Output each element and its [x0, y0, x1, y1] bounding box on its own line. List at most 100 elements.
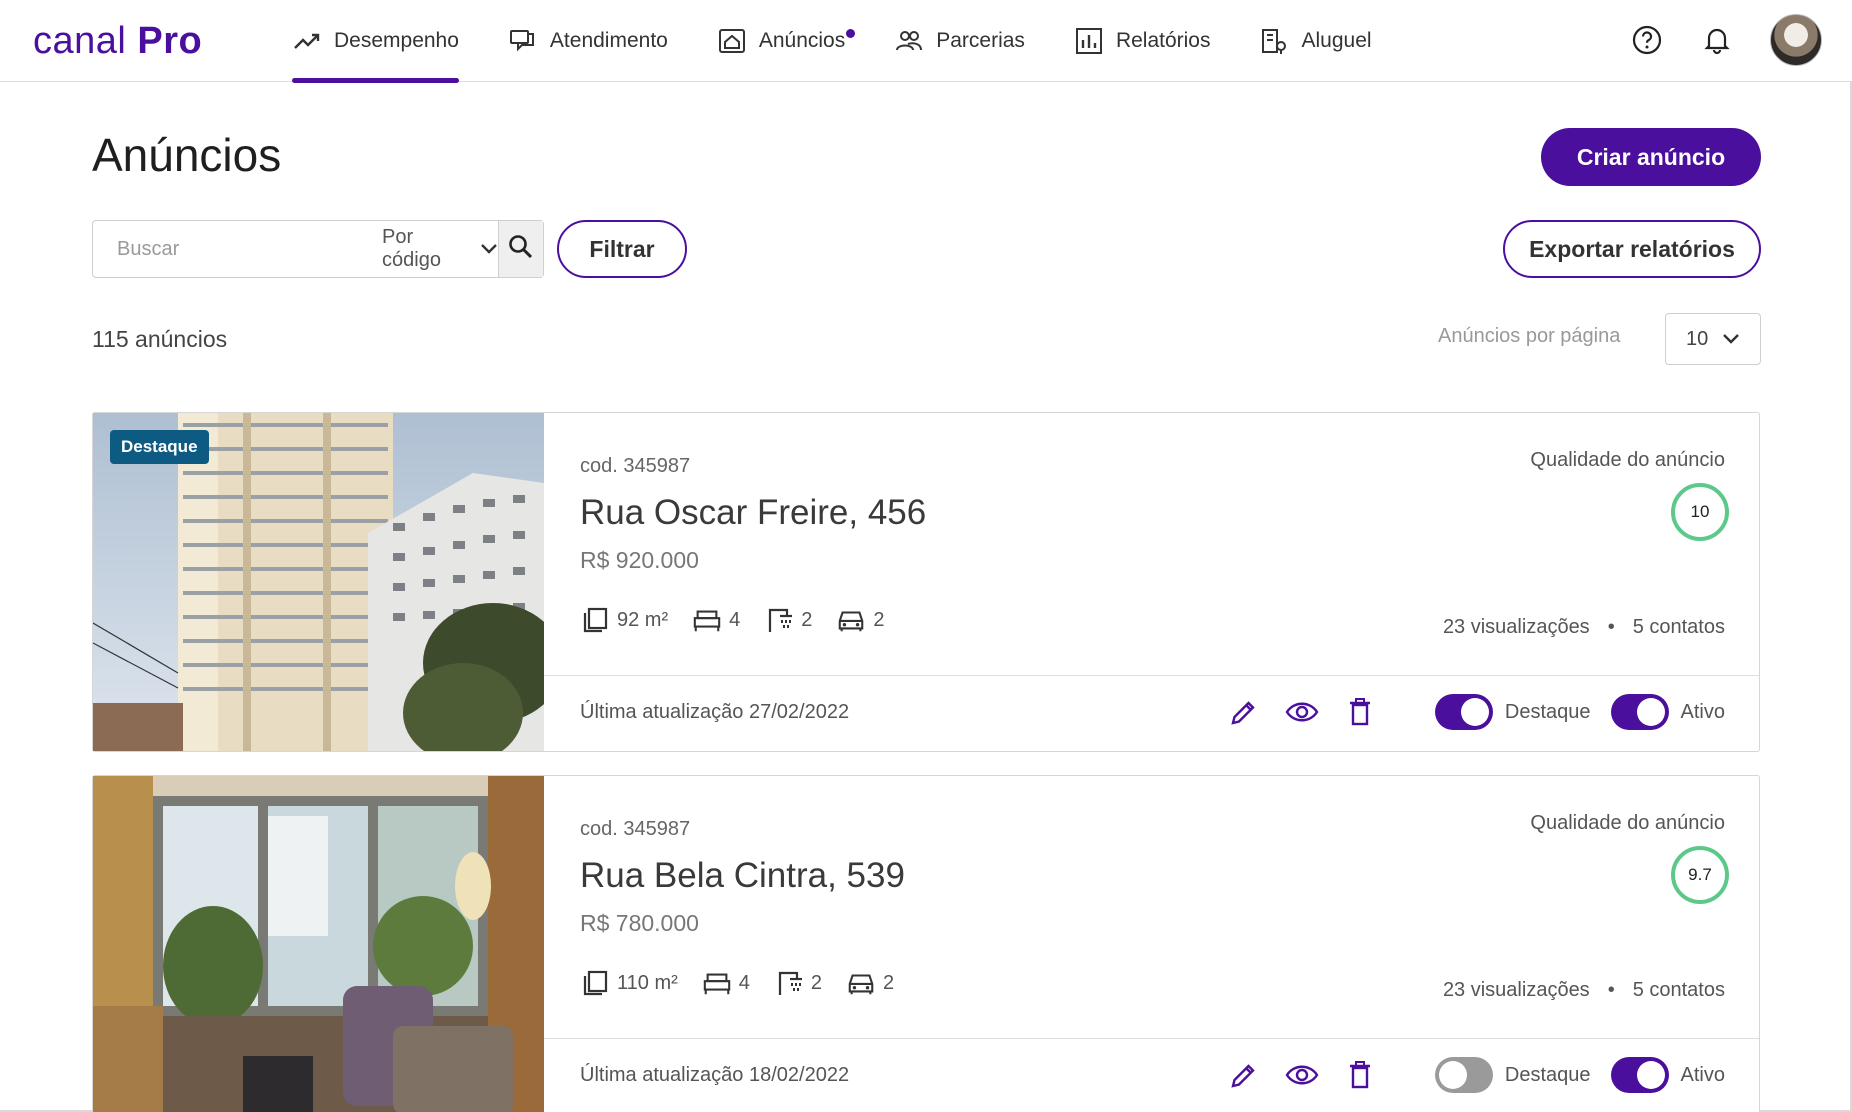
listing-actions: Destaque Ativo: [1205, 1056, 1725, 1094]
featured-badge: Destaque: [110, 430, 209, 464]
nav-item-desempenho[interactable]: Desempenho: [292, 0, 459, 83]
listing-photo[interactable]: [93, 776, 544, 1112]
listing-price: R$ 780.000: [580, 910, 699, 936]
feature-bedrooms-value: 4: [738, 971, 750, 994]
edit-icon[interactable]: [1225, 1056, 1263, 1094]
create-listing-button[interactable]: Criar anúncio: [1541, 128, 1761, 186]
search-icon: [507, 233, 535, 266]
listing-code: cod. 345987: [580, 455, 691, 477]
feature-area-value: 92 m²: [617, 608, 669, 631]
listing-info: cod. 345987 Rua Oscar Freire, 456 R$ 920…: [544, 413, 1759, 675]
last-updated: Última atualização 18/02/2022: [580, 1064, 850, 1086]
feature-bathrooms-value: 2: [810, 971, 823, 994]
logo[interactable]: canal Pro: [33, 20, 202, 63]
nav-item-aluguel[interactable]: Aluguel: [1259, 0, 1372, 82]
nav-label: Relatórios: [1115, 29, 1211, 52]
quality-label: Qualidade do anúncio: [1530, 449, 1725, 471]
quality-score: 9.7: [1671, 846, 1729, 904]
delete-icon[interactable]: [1341, 1056, 1379, 1094]
listing-actions: Destaque Ativo: [1205, 693, 1725, 731]
nav-label: Desempenho: [334, 29, 459, 52]
toggle-knob: [1460, 698, 1489, 726]
building-key-icon: [1259, 26, 1289, 56]
toggle-knob: [1636, 698, 1665, 726]
feature-parking: 2: [836, 605, 885, 635]
logo-pro: Pro: [137, 20, 203, 62]
nav-label: Aluguel: [1301, 29, 1372, 52]
feature-bedrooms: 4: [692, 605, 740, 635]
feature-bathrooms: 2: [764, 605, 812, 635]
listing-footer: Última atualização 18/02/2022 Destaque A…: [544, 1038, 1759, 1112]
chat-icon: [508, 26, 538, 56]
feature-bathrooms-value: 2: [801, 608, 813, 631]
page-title: Anúncios: [92, 129, 282, 181]
feature-bedrooms-value: 4: [729, 608, 741, 631]
search-button[interactable]: [498, 221, 543, 277]
listing-card: cod. 345987 Rua Bela Cintra, 539 R$ 780.…: [92, 775, 1760, 1112]
nav-item-atendimento[interactable]: Atendimento: [508, 0, 668, 82]
toggle-knob: [1636, 1061, 1665, 1089]
chevron-down-icon: [480, 238, 498, 261]
feature-parking-value: 2: [883, 971, 895, 994]
filter-button[interactable]: Filtrar: [557, 220, 687, 278]
listing-code: cod. 345987: [580, 818, 691, 840]
featured-toggle[interactable]: [1434, 694, 1493, 730]
listing-address[interactable]: Rua Bela Cintra, 539: [580, 856, 905, 896]
nav-label: Anúncios: [758, 29, 846, 52]
listing-stats: 23 visualizações • 5 contatos: [1443, 979, 1725, 1002]
listing-footer: Última atualização 27/02/2022 Destaque A…: [544, 675, 1759, 751]
listing-features: 110 m² 4 2 2: [580, 968, 918, 998]
bar-chart-icon: [1074, 26, 1104, 56]
nav-item-relatorios[interactable]: Relatórios: [1074, 0, 1211, 82]
feature-area: 92 m²: [580, 605, 668, 635]
trending-up-icon: [292, 26, 322, 56]
logo-text: canal: [33, 20, 127, 62]
per-page-label: Anúncios por página: [1438, 325, 1621, 347]
area-icon: [580, 605, 610, 635]
help-icon[interactable]: [1630, 23, 1664, 57]
export-reports-button[interactable]: Exportar relatórios: [1503, 220, 1761, 278]
view-icon[interactable]: [1283, 693, 1321, 731]
bell-icon[interactable]: [1700, 23, 1734, 57]
listing-address[interactable]: Rua Oscar Freire, 456: [580, 493, 926, 533]
listing-photo[interactable]: Destaque: [93, 413, 544, 751]
bed-icon: [692, 605, 722, 635]
area-icon: [580, 968, 610, 998]
nav-item-parcerias[interactable]: Parcerias: [894, 0, 1025, 82]
quality-score: 10: [1671, 483, 1729, 541]
search-by-select[interactable]: Por código: [382, 221, 498, 277]
listing-price: R$ 920.000: [580, 547, 699, 573]
feature-area-value: 110 m²: [617, 971, 678, 994]
nav-item-anuncios[interactable]: Anúncios: [717, 0, 856, 82]
avatar[interactable]: [1770, 14, 1822, 66]
shower-icon: [774, 968, 804, 998]
quality-label: Qualidade do anúncio: [1530, 812, 1725, 834]
view-icon[interactable]: [1283, 1056, 1321, 1094]
active-toggle[interactable]: [1610, 694, 1669, 730]
per-page-value: 10: [1686, 327, 1709, 350]
active-toggle-label: Ativo: [1680, 700, 1725, 723]
feature-bedrooms: 4: [702, 968, 750, 998]
toggle-knob: [1438, 1061, 1467, 1089]
separator-dot: •: [1607, 979, 1615, 1001]
listing-count: 115 anúncios: [92, 326, 228, 352]
app-window: canal Pro Desempenho Atendimento Anúncio…: [0, 0, 1852, 1112]
feature-bathrooms: 2: [774, 968, 822, 998]
featured-toggle[interactable]: [1434, 1057, 1493, 1093]
delete-icon[interactable]: [1341, 693, 1379, 731]
listing-card: Destaque cod. 345987 Rua Oscar Freire, 4…: [92, 412, 1760, 752]
featured-toggle-label: Destaque: [1504, 700, 1591, 723]
edit-icon[interactable]: [1225, 693, 1263, 731]
shower-icon: [764, 605, 794, 635]
listing-features: 92 m² 4 2 2: [580, 605, 909, 635]
search-input[interactable]: [93, 221, 382, 277]
active-toggle-label: Ativo: [1680, 1063, 1725, 1086]
top-navigation: canal Pro Desempenho Atendimento Anúncio…: [0, 0, 1852, 83]
chevron-down-icon: [1722, 328, 1740, 351]
bed-icon: [702, 968, 732, 998]
feature-area: 110 m²: [580, 968, 678, 998]
header-actions: [1630, 14, 1822, 66]
search-bar: Por código: [92, 220, 544, 278]
active-toggle[interactable]: [1610, 1057, 1669, 1093]
per-page-select[interactable]: 10: [1665, 313, 1761, 365]
